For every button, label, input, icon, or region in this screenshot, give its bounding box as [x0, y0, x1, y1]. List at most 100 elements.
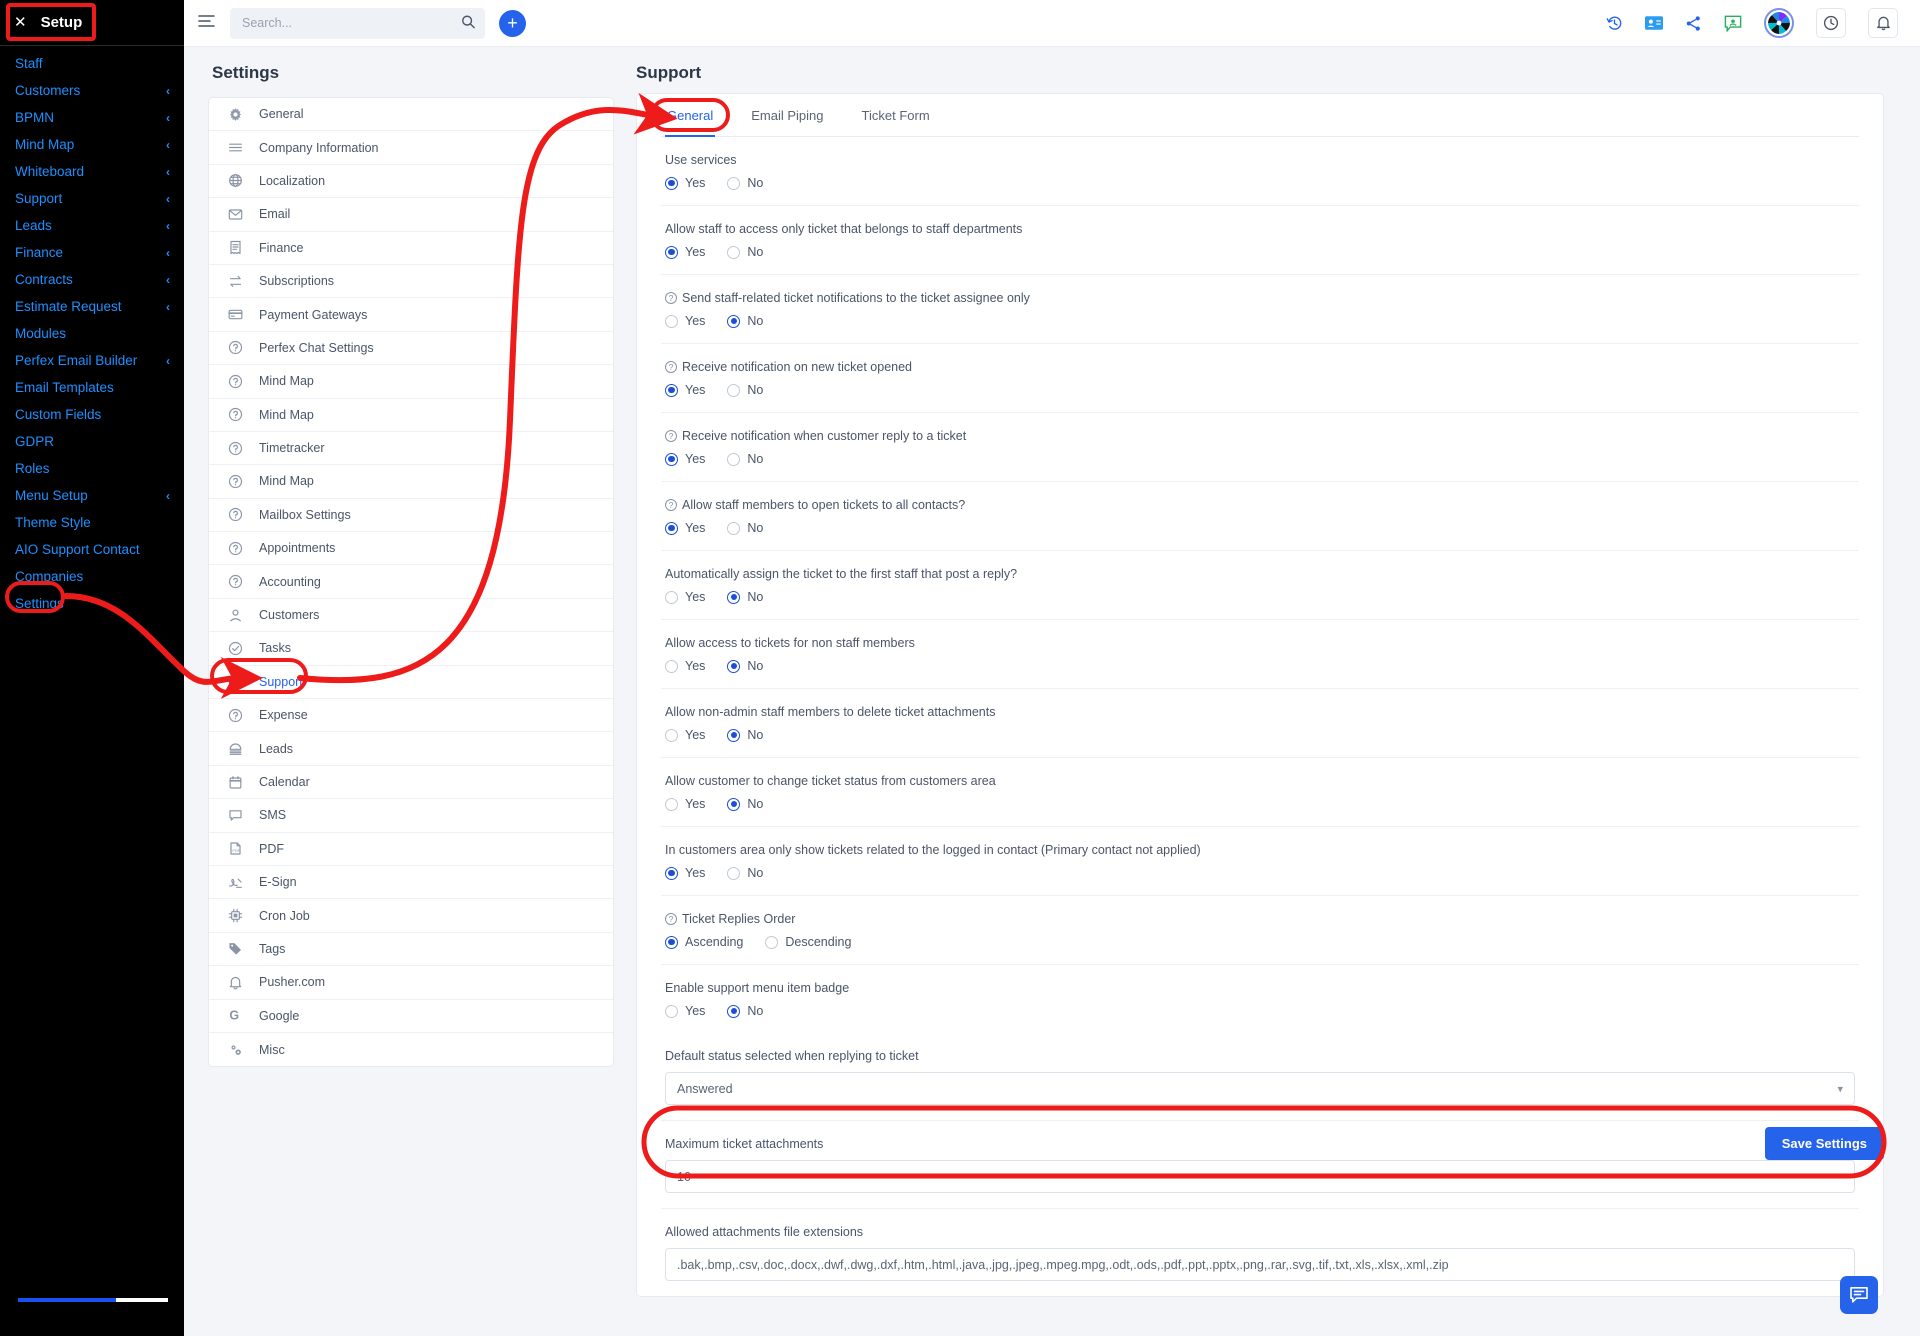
sidebar-item-modules[interactable]: Modules: [0, 320, 184, 347]
radio-unselected-icon[interactable]: [727, 383, 741, 397]
radio-option[interactable]: No: [727, 728, 763, 742]
chevron-left-icon[interactable]: ‹: [166, 489, 170, 503]
radio-option[interactable]: Yes: [665, 659, 705, 673]
settings-item-mailbox-settings[interactable]: Mailbox Settings: [209, 499, 613, 533]
sidebar-item-leads[interactable]: Leads ‹: [0, 212, 184, 239]
radio-unselected-icon[interactable]: [665, 797, 678, 811]
help-icon[interactable]: ?: [665, 292, 677, 304]
settings-item-finance[interactable]: Finance: [209, 232, 613, 265]
sidebar-item-customers[interactable]: Customers ‹: [0, 77, 184, 104]
app-logo-icon[interactable]: [1764, 8, 1794, 38]
default-status-select-wrap[interactable]: ▾: [665, 1072, 1855, 1105]
radio-unselected-icon[interactable]: [665, 590, 678, 604]
settings-item-tags[interactable]: Tags: [209, 933, 613, 967]
settings-item-appointments[interactable]: Appointments: [209, 532, 613, 566]
radio-option[interactable]: No: [727, 245, 763, 259]
settings-item-cron-job[interactable]: Cron Job: [209, 899, 613, 933]
sidebar-item-staff[interactable]: Staff: [0, 50, 184, 77]
radio-unselected-icon[interactable]: [727, 245, 741, 259]
allowed-extensions-input[interactable]: [665, 1248, 1855, 1281]
radio-option[interactable]: No: [727, 314, 763, 328]
radio-option[interactable]: Yes: [665, 245, 705, 259]
settings-item-subscriptions[interactable]: Subscriptions: [209, 265, 613, 299]
settings-item-company-information[interactable]: Company Information: [209, 131, 613, 165]
save-settings-button[interactable]: Save Settings: [1764, 1127, 1884, 1160]
settings-item-e-sign[interactable]: E-Sign: [209, 866, 613, 900]
radio-option[interactable]: Yes: [665, 728, 705, 742]
radio-option[interactable]: No: [727, 452, 763, 466]
help-icon[interactable]: ?: [665, 499, 677, 511]
search-box[interactable]: [230, 7, 485, 39]
settings-item-google[interactable]: G Google: [209, 1000, 613, 1033]
sidebar-item-settings[interactable]: Settings: [0, 590, 184, 617]
settings-item-expense[interactable]: Expense: [209, 699, 613, 733]
radio-option[interactable]: No: [727, 521, 763, 535]
tab-ticket-form[interactable]: Ticket Form: [860, 94, 932, 137]
radio-option[interactable]: Yes: [665, 797, 705, 811]
settings-item-calendar[interactable]: Calendar: [209, 766, 613, 800]
radio-option[interactable]: Yes: [665, 1004, 705, 1018]
chevron-left-icon[interactable]: ‹: [166, 219, 170, 233]
chevron-left-icon[interactable]: ‹: [166, 192, 170, 206]
radio-option[interactable]: Yes: [665, 521, 705, 535]
sidebar-item-estimate-request[interactable]: Estimate Request ‹: [0, 293, 184, 320]
radio-option[interactable]: No: [727, 866, 763, 880]
chevron-left-icon[interactable]: ‹: [166, 84, 170, 98]
radio-selected-icon[interactable]: [727, 314, 741, 328]
radio-selected-icon[interactable]: [727, 728, 741, 742]
radio-option[interactable]: No: [727, 797, 763, 811]
radio-option[interactable]: Yes: [665, 383, 705, 397]
radio-option[interactable]: No: [727, 383, 763, 397]
clock-icon[interactable]: [1816, 8, 1846, 38]
radio-unselected-icon[interactable]: [665, 659, 678, 673]
radio-option[interactable]: Yes: [665, 314, 705, 328]
chevron-left-icon[interactable]: ‹: [166, 354, 170, 368]
chat-user-icon[interactable]: [1724, 15, 1742, 32]
radio-selected-icon[interactable]: [665, 866, 678, 880]
sidebar-item-aio-support-contact[interactable]: AIO Support Contact: [0, 536, 184, 563]
settings-item-pusher-com[interactable]: Pusher.com: [209, 966, 613, 1000]
radio-selected-icon[interactable]: [665, 935, 678, 949]
settings-item-accounting[interactable]: Accounting: [209, 565, 613, 599]
sidebar-item-perfex-email-builder[interactable]: Perfex Email Builder ‹: [0, 347, 184, 374]
sidebar-item-theme-style[interactable]: Theme Style: [0, 509, 184, 536]
settings-item-misc[interactable]: Misc: [209, 1033, 613, 1066]
settings-item-customers[interactable]: Customers: [209, 599, 613, 633]
settings-item-pdf[interactable]: PDF PDF: [209, 833, 613, 866]
radio-option[interactable]: Ascending: [665, 935, 743, 949]
chevron-left-icon[interactable]: ‹: [166, 300, 170, 314]
close-icon[interactable]: ✕: [14, 15, 27, 30]
radio-selected-icon[interactable]: [727, 659, 741, 673]
radio-option[interactable]: No: [727, 176, 763, 190]
radio-unselected-icon[interactable]: [727, 866, 741, 880]
settings-item-payment-gateways[interactable]: Payment Gateways: [209, 298, 613, 332]
settings-item-perfex-chat-settings[interactable]: Perfex Chat Settings: [209, 332, 613, 366]
radio-unselected-icon[interactable]: [665, 728, 678, 742]
add-new-button[interactable]: +: [499, 9, 526, 37]
radio-option[interactable]: Yes: [665, 866, 705, 880]
sidebar-item-whiteboard[interactable]: Whiteboard ‹: [0, 158, 184, 185]
help-icon[interactable]: ?: [665, 361, 677, 373]
settings-item-timetracker[interactable]: Timetracker: [209, 432, 613, 466]
default-status-select[interactable]: [665, 1072, 1855, 1105]
radio-selected-icon[interactable]: [727, 1004, 741, 1018]
radio-unselected-icon[interactable]: [727, 521, 741, 535]
sidebar-item-mind-map[interactable]: Mind Map ‹: [0, 131, 184, 158]
sidebar-item-contracts[interactable]: Contracts ‹: [0, 266, 184, 293]
sidebar-item-bpmn[interactable]: BPMN ‹: [0, 104, 184, 131]
chevron-left-icon[interactable]: ‹: [166, 246, 170, 260]
chevron-left-icon[interactable]: ‹: [166, 273, 170, 287]
radio-option[interactable]: No: [727, 590, 763, 604]
help-icon[interactable]: ?: [665, 430, 677, 442]
history-icon[interactable]: [1606, 15, 1623, 32]
settings-item-mind-map[interactable]: Mind Map: [209, 399, 613, 432]
sidebar-item-support[interactable]: Support ‹: [0, 185, 184, 212]
tab-email-piping[interactable]: Email Piping: [749, 94, 825, 137]
search-input[interactable]: [242, 16, 451, 30]
bell-icon[interactable]: [1868, 8, 1898, 38]
sidebar-item-companies[interactable]: Companies: [0, 563, 184, 590]
radio-option[interactable]: Yes: [665, 590, 705, 604]
radio-option[interactable]: No: [727, 659, 763, 673]
help-icon[interactable]: ?: [665, 913, 677, 925]
radio-unselected-icon[interactable]: [727, 176, 741, 190]
